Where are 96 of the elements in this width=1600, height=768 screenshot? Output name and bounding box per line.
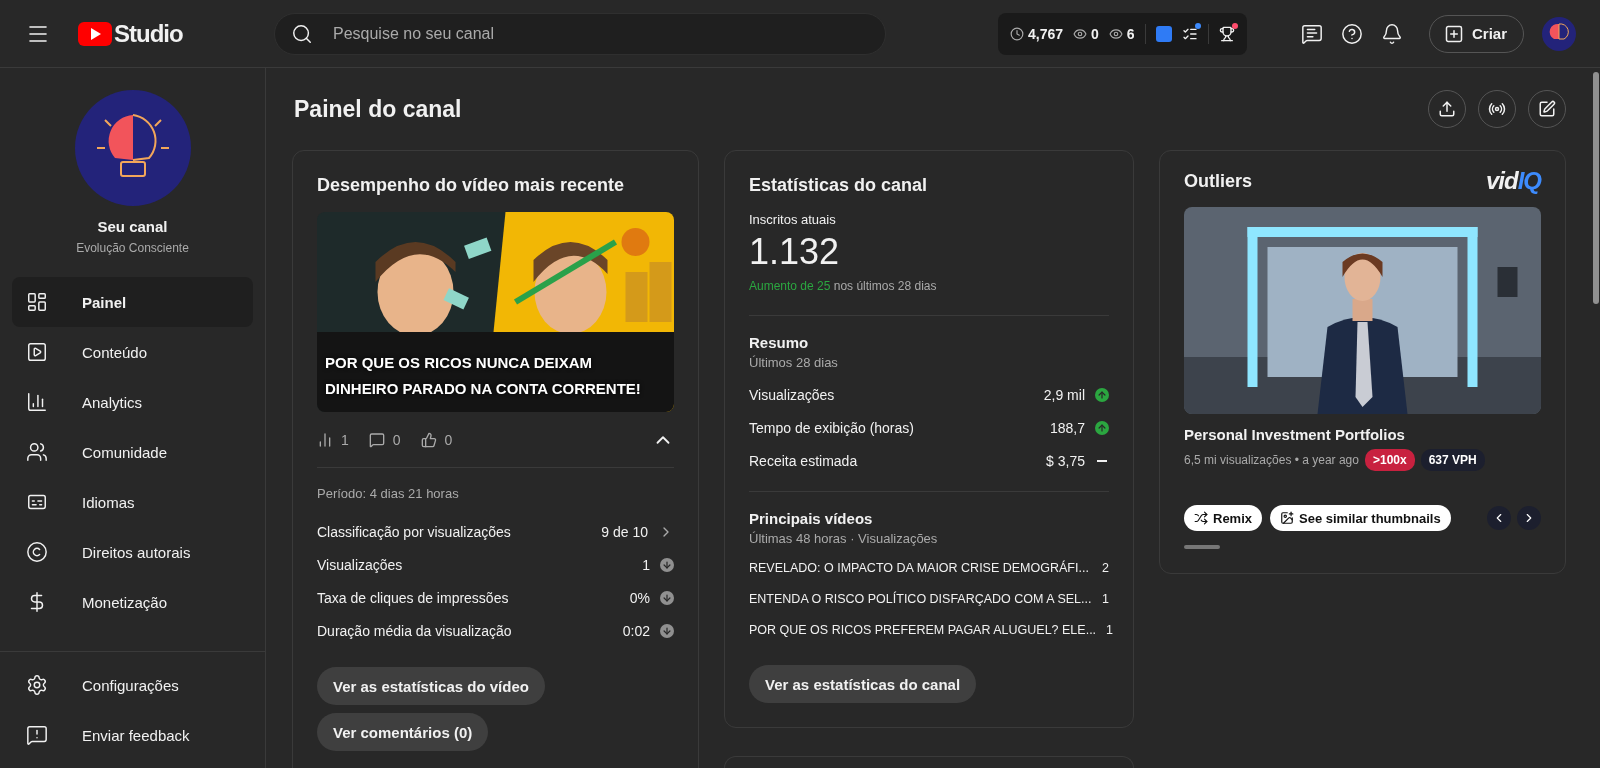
- action-button[interactable]: Remix: [1184, 505, 1263, 531]
- stat-label: Tempo de exibição (horas): [749, 419, 915, 436]
- feedback-icon: [26, 724, 48, 746]
- video-title[interactable]: ENTENDA O RISCO POLÍTICO DISFARÇADO COM A SEL...: [749, 591, 1092, 606]
- stat-value: 1: [642, 556, 650, 573]
- stat-label: Receita estimada: [749, 452, 859, 469]
- score-badge: 637 VPH: [1420, 449, 1485, 471]
- stats-button[interactable]: Ver as estatísticas do canal: [749, 665, 977, 703]
- vidiq-logo: vidIQ: [1485, 167, 1541, 195]
- previous-button[interactable]: [1487, 506, 1511, 530]
- settings-icon: [26, 674, 48, 696]
- stats-button[interactable]: Ver as estatísticas do vídeo: [317, 667, 545, 705]
- stat-value: $ 3,75: [1046, 452, 1085, 469]
- stat-value: 4,767: [1010, 25, 1064, 42]
- view-count: 1: [1102, 591, 1109, 606]
- upload-icon: [1438, 100, 1456, 118]
- video-title[interactable]: Personal Investment Portfolios: [1184, 426, 1541, 443]
- metric-count: 0: [420, 431, 453, 448]
- action-button[interactable]: See similar thumbnails: [1270, 505, 1451, 531]
- sidebar-item[interactable]: Conteúdo: [12, 327, 253, 377]
- plus-icon: [1443, 23, 1464, 44]
- stat-value: 2,9 mil: [1043, 386, 1085, 403]
- search-icon: [291, 22, 313, 45]
- avatar-icon[interactable]: [1542, 16, 1576, 51]
- stat-value: 188,7: [1049, 419, 1085, 436]
- video-title[interactable]: POR QUE OS RICOS PREFEREM PAGAR ALUGUEL? ELE...: [749, 622, 1097, 637]
- subscribers-label: Inscritos atuais: [749, 212, 837, 227]
- subscriber-count: 1.132: [749, 231, 841, 273]
- video-meta: 6,5 mi visualizações • a year ago: [1184, 453, 1359, 467]
- help-button[interactable]: [1340, 22, 1363, 45]
- card-title: Outliers: [1184, 170, 1253, 192]
- next-button[interactable]: [1517, 506, 1541, 530]
- page-title: Painel do canal: [294, 95, 462, 123]
- card-title: Desempenho do vídeo mais recente: [317, 175, 626, 196]
- stat-value: 0%: [629, 589, 650, 606]
- image-plus-icon: [1280, 511, 1295, 525]
- comment-icon: [368, 431, 385, 448]
- trophy-icon[interactable]: [1218, 25, 1235, 42]
- stat-value: 6: [1108, 25, 1135, 42]
- sidebar-item[interactable]: Analytics: [12, 377, 253, 427]
- bar-chart-icon: [317, 431, 333, 448]
- search-field[interactable]: Pesquise no seu canal: [274, 12, 886, 55]
- stat-label: Visualizações: [749, 386, 836, 403]
- copyright-icon: [26, 541, 48, 563]
- play-logo-icon: [78, 21, 112, 46]
- subscriber-change: Aumento de 25 nos últimos 28 dias: [749, 279, 1109, 316]
- dash-icon: [1097, 459, 1107, 462]
- sidebar-item[interactable]: Monetização: [12, 577, 253, 627]
- brand-name: Studio: [114, 19, 183, 48]
- broadcast-icon: [1488, 100, 1506, 118]
- period-text: Período: 4 dias 21 horas: [317, 486, 460, 501]
- people-icon: [26, 441, 48, 463]
- card-title: Estatísticas do canal: [749, 175, 929, 196]
- clock-icon: [1010, 26, 1024, 41]
- shuffle-icon: [1194, 511, 1208, 525]
- video-title[interactable]: REVELADO: O IMPACTO DA MAIOR CRISE DEMOGRÁFI...: [749, 560, 1089, 575]
- eye-icon: [1108, 26, 1123, 41]
- metric-count: 1: [317, 431, 349, 448]
- metric-count: 0: [368, 431, 401, 448]
- sidebar-item[interactable]: Painel: [12, 277, 253, 327]
- notifications-button[interactable]: [1380, 22, 1403, 45]
- stat-value: 0: [1073, 25, 1099, 42]
- section-title: Resumo: [749, 334, 810, 351]
- channel-avatar[interactable]: [74, 90, 191, 206]
- stats-button[interactable]: Ver comentários (0): [317, 713, 489, 751]
- edit-icon: [1538, 100, 1556, 118]
- messages-button[interactable]: [1300, 22, 1323, 45]
- scrollbar[interactable]: [1593, 72, 1599, 304]
- iq-logo-icon[interactable]: [1155, 25, 1172, 42]
- thumbs-up-icon: [420, 431, 437, 448]
- section-period: Últimas 48 horas · Visualizações: [749, 531, 939, 546]
- sidebar-item[interactable]: Comunidade: [12, 427, 253, 477]
- sidebar-item[interactable]: Direitos autorais: [12, 527, 253, 577]
- stat-label: Visualizações: [317, 556, 404, 573]
- video-title: POR QUE OS RICOS NUNCA DEIXAM DINHEIRO PARADO NA CONTA CORRENTE!: [324, 353, 642, 399]
- stat-label: Duração média da visualização: [317, 622, 513, 639]
- search-input[interactable]: Pesquise no seu canal: [331, 23, 869, 44]
- list-icon[interactable]: [1181, 25, 1198, 42]
- channel-handle: Evolução Consciente: [76, 241, 189, 255]
- sidebar-item[interactable]: Idiomas: [12, 477, 253, 527]
- play-icon: [26, 341, 48, 363]
- score-badge: >100x: [1364, 449, 1415, 471]
- stat-label: Taxa de cliques de impressões: [317, 589, 510, 606]
- sidebar-item[interactable]: Enviar feedback: [12, 710, 253, 760]
- stat-label: Classificação por visualizações: [317, 523, 512, 540]
- sidebar-item[interactable]: Configurações: [12, 660, 253, 710]
- view-count: 1: [1106, 622, 1114, 637]
- stat-value: 9 de 10: [601, 523, 648, 540]
- eye-icon: [1073, 26, 1088, 41]
- channel-name: Seu canal: [97, 218, 168, 235]
- dashboard-icon: [26, 291, 48, 313]
- bar-chart-icon: [26, 391, 48, 413]
- stat-value: 0:02: [622, 622, 650, 639]
- section-period: Últimos 28 dias: [749, 355, 839, 370]
- view-count: 2: [1102, 560, 1109, 575]
- section-title: Principais vídeos: [749, 510, 874, 527]
